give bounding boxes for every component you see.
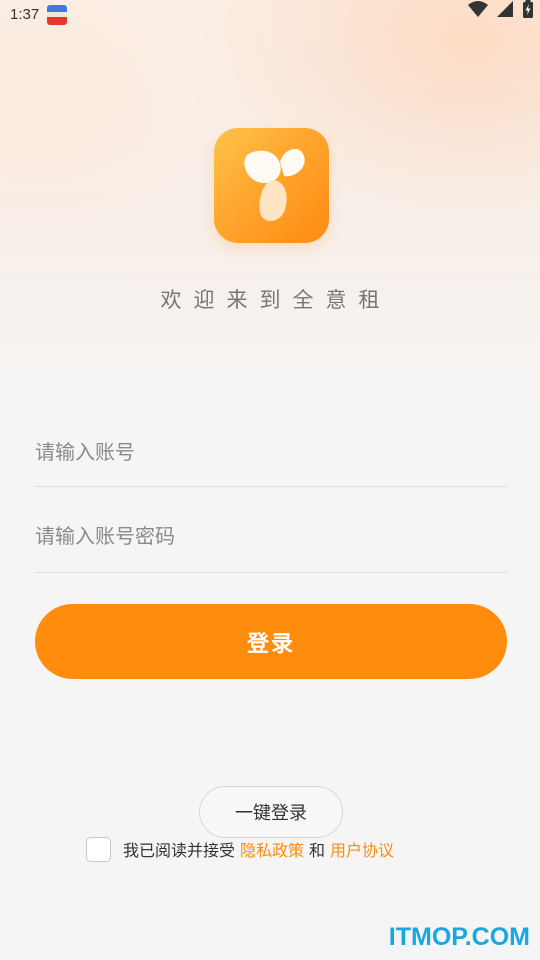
status-bar: 1:37 [0, 0, 540, 30]
account-field-container [35, 417, 507, 487]
welcome-text: 欢迎来到全意租 [160, 288, 392, 312]
agreement-checkbox[interactable] [86, 836, 111, 862]
agreement-and: 和 [309, 841, 326, 860]
cellular-signal-icon [497, 1, 513, 17]
password-field-container [35, 500, 507, 573]
agreement-prefix: 我已阅读并接受 [123, 841, 236, 860]
agreement-row: 我已阅读并接受 隐私政策 和 用户协议 [86, 836, 399, 862]
watermark: ITMOP.COM [388, 923, 530, 951]
battery-charging-icon [523, 0, 533, 18]
wifi-icon [468, 1, 488, 17]
login-button[interactable]: 登录 [35, 604, 507, 679]
password-input[interactable] [35, 500, 507, 572]
app-logo [214, 128, 329, 243]
app-logo-mark-icon [244, 148, 305, 221]
app-notification-icon [47, 5, 67, 25]
one-click-login-button[interactable]: 一键登录 [199, 786, 343, 838]
user-agreement-link[interactable]: 用户协议 [330, 837, 394, 861]
privacy-policy-link[interactable]: 隐私政策 [240, 837, 304, 861]
account-input[interactable] [35, 417, 507, 486]
status-time: 1:37 [10, 6, 40, 23]
